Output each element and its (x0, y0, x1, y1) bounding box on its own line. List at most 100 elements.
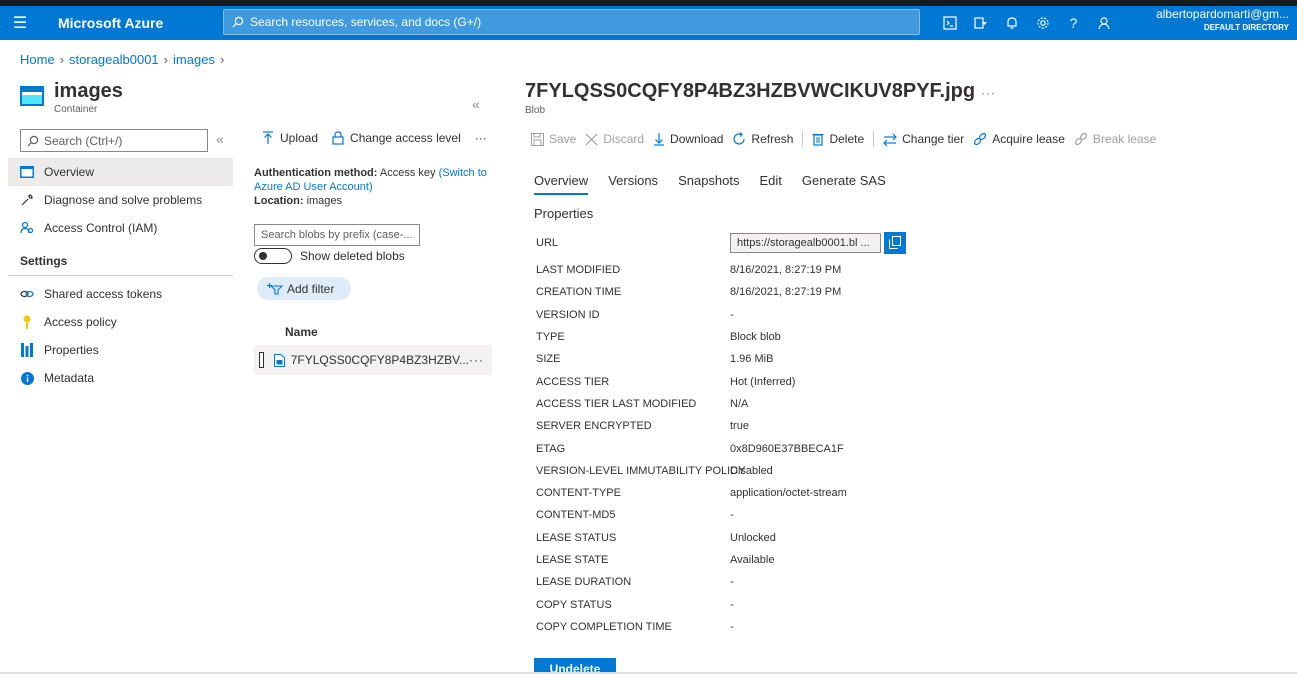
brand-title[interactable]: Microsoft Azure (40, 15, 180, 31)
info-icon (20, 371, 34, 385)
property-value: - (730, 308, 734, 321)
hamburger-menu-icon[interactable]: ☰ (0, 6, 40, 40)
tab-generate-sas[interactable]: Generate SAS (802, 173, 886, 195)
key-icon (20, 315, 34, 329)
help-question-icon[interactable]: ? (1058, 6, 1089, 40)
name-column-header[interactable]: Name (285, 325, 318, 339)
delete-button[interactable]: Delete (812, 132, 864, 146)
property-row: COPY STATUS - (536, 593, 976, 615)
refresh-label: Refresh (751, 132, 794, 146)
resource-subtitle: Container (54, 104, 98, 115)
collapse-pane-icon[interactable]: « (472, 96, 480, 112)
wrench-icon (20, 193, 34, 207)
property-key: URL (536, 236, 559, 249)
directory-filter-icon[interactable] (965, 6, 996, 40)
property-key: LEASE STATE (536, 554, 609, 566)
breadcrumb: Home › storagealb0001 › images › (20, 52, 229, 67)
download-label: Download (670, 132, 724, 146)
sidebar-item-metadata[interactable]: Metadata (8, 364, 233, 392)
sidebar-item-diagnose[interactable]: Diagnose and solve problems (8, 186, 233, 214)
search-icon (232, 16, 244, 28)
feedback-icon[interactable] (1089, 6, 1120, 40)
change-access-level-button[interactable]: Change access level (332, 131, 461, 145)
upload-button[interactable]: Upload (262, 131, 318, 145)
show-deleted-blobs-toggle[interactable] (254, 248, 292, 264)
link-icon (20, 287, 34, 301)
acquire-lease-button[interactable]: Acquire lease (973, 132, 1065, 146)
blob-name-cell[interactable]: 7FYLQSS0CQFY8P4BZ3HZBV... (273, 353, 469, 367)
resource-title: images (54, 80, 123, 102)
property-key: COPY COMPLETION TIME (536, 620, 672, 633)
blob-prefix-search-input[interactable]: Search blobs by prefix (case-... (254, 224, 420, 246)
top-bar: ☰ Microsoft Azure Search resources, serv… (0, 0, 1297, 40)
resource-header: images Container (20, 80, 260, 120)
tab-edit[interactable]: Edit (760, 173, 782, 195)
discard-button[interactable]: Discard (585, 132, 644, 146)
swap-arrows-icon (883, 133, 897, 146)
sidebar-item-overview[interactable]: Overview (8, 158, 233, 186)
row-more-icon[interactable]: ··· (469, 353, 484, 367)
property-row: SIZE 1.96 MiB (536, 348, 976, 370)
user-account[interactable]: albertopardomarti@gm... DEFAULT DIRECTOR… (1149, 8, 1289, 34)
save-label: Save (549, 132, 577, 146)
property-key: LEASE DURATION (536, 576, 632, 589)
tab-overview[interactable]: Overview (534, 173, 589, 195)
property-key: TYPE (536, 331, 565, 344)
cloud-shell-icon[interactable] (934, 6, 965, 40)
refresh-button[interactable]: Refresh (732, 132, 793, 146)
sidebar-item-shared-access-tokens[interactable]: Shared access tokens (8, 280, 233, 308)
global-search-placeholder: Search resources, services, and docs (G+… (250, 15, 482, 29)
property-key: VERSION ID (536, 308, 600, 321)
sidebar-item-properties[interactable]: Properties (8, 336, 233, 364)
container-info: Authentication method: Access key (Switc… (254, 166, 498, 208)
table-row[interactable]: 7FYLQSS0CQFY8P4BZ3HZBV... ··· (254, 345, 492, 375)
property-row: ACCESS TIER LAST MODIFIED N/A (536, 393, 976, 415)
tab-versions[interactable]: Versions (608, 173, 658, 195)
property-row: CONTENT-MD5 - (536, 504, 976, 526)
property-row: CREATION TIME 8/16/2021, 8:27:19 PM (536, 281, 976, 303)
blob-more-icon[interactable]: ··· (981, 86, 996, 100)
url-field[interactable]: https://storagealb0001.bl ... (730, 232, 881, 253)
auth-method-value: Access key (379, 167, 436, 179)
break-lease-button[interactable]: Break lease (1074, 132, 1156, 146)
sidebar-item-access-policy[interactable]: Access policy (8, 308, 233, 336)
property-row: VERSION-LEVEL IMMUTABILITY POLICY Disable… (536, 460, 976, 482)
people-icon (20, 221, 34, 235)
copy-to-clipboard-button[interactable] (884, 231, 906, 254)
auth-method-line: Authentication method: Access key (Switc… (254, 166, 498, 194)
collapse-menu-icon[interactable]: « (216, 131, 224, 147)
blob-search-placeholder: Search blobs by prefix (case-... (261, 229, 413, 241)
save-button[interactable]: Save (531, 132, 576, 146)
add-filter-button[interactable]: Add filter (257, 277, 351, 300)
sidebar-item-label: Shared access tokens (44, 287, 163, 301)
property-key: ACCESS TIER (536, 375, 610, 388)
property-key: LEASE STATUS (536, 531, 617, 544)
breadcrumb-storage-account[interactable]: storagealb0001 (69, 52, 159, 67)
change-tier-button[interactable]: Change tier (883, 132, 964, 146)
property-value: - (730, 576, 734, 589)
breadcrumb-separator-icon: › (219, 52, 225, 67)
blob-tabs: Overview Versions Snapshots Edit Generat… (534, 173, 906, 195)
property-row: LEASE STATE Available (536, 549, 976, 571)
tab-snapshots[interactable]: Snapshots (678, 173, 739, 195)
acquire-lease-label: Acquire lease (992, 132, 1065, 146)
sidebar-section-settings: Settings (8, 246, 233, 276)
property-key: ETAG (536, 442, 566, 455)
download-button[interactable]: Download (653, 132, 723, 146)
breadcrumb-container[interactable]: images (173, 52, 215, 67)
property-key: CONTENT-MD5 (536, 509, 616, 522)
sidebar-nav: Overview Diagnose and solve problems Acc… (8, 158, 233, 392)
overview-icon (20, 165, 34, 179)
sidebar-item-iam[interactable]: Access Control (IAM) (8, 214, 233, 242)
global-search-input[interactable]: Search resources, services, and docs (G+… (223, 9, 920, 35)
property-value: true (730, 420, 749, 433)
settings-gear-icon[interactable] (1027, 6, 1058, 40)
more-actions-icon[interactable]: ··· (475, 131, 487, 145)
property-value: application/octet-stream (730, 487, 847, 500)
breadcrumb-home[interactable]: Home (20, 52, 55, 67)
property-value: - (730, 598, 734, 611)
nav-search-input[interactable]: Search (Ctrl+/) (20, 129, 208, 152)
property-value: Unlocked (730, 531, 776, 544)
row-checkbox[interactable] (259, 352, 264, 368)
notifications-bell-icon[interactable] (996, 6, 1027, 40)
